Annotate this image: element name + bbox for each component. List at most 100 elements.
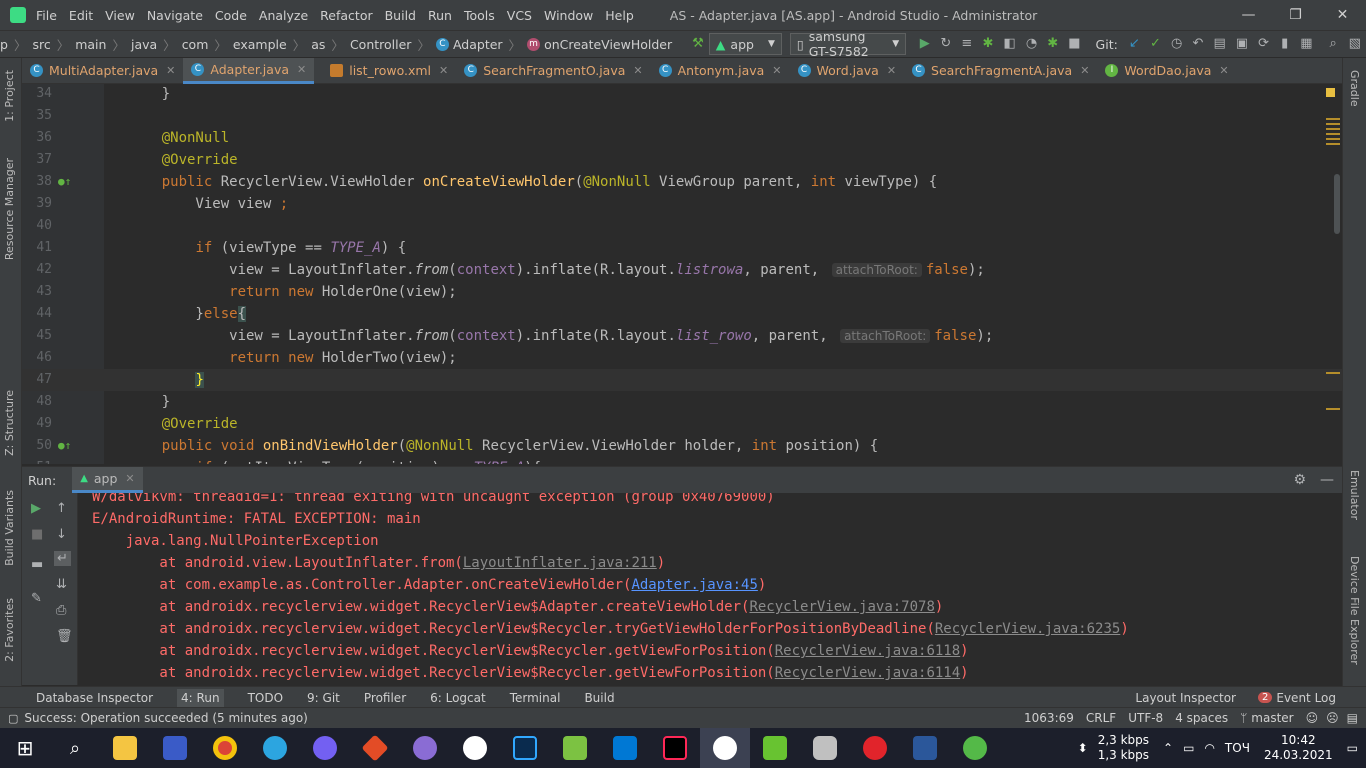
stop-icon[interactable]: ■ <box>31 527 43 542</box>
tab-multiadapter[interactable]: C MultiAdapter.java ✕ <box>22 58 183 84</box>
chevron-up-icon[interactable]: ⌃ <box>1163 741 1173 755</box>
menu-window[interactable]: Window <box>544 8 593 23</box>
breadcrumb-method[interactable]: m onCreateViewHolder <box>527 37 672 52</box>
profile-icon[interactable]: ◔ <box>1026 36 1037 52</box>
tab-profiler[interactable]: Profiler <box>364 691 406 705</box>
soft-wrap-icon[interactable]: ↵ <box>54 551 71 566</box>
close-tab-icon[interactable]: ✕ <box>297 63 306 76</box>
menu-navigate[interactable]: Navigate <box>147 8 203 23</box>
layout-icon[interactable]: ▬ <box>31 557 43 572</box>
git-commit-icon[interactable]: ✓ <box>1150 36 1161 52</box>
indent-setting[interactable]: 4 spaces <box>1175 711 1228 725</box>
breadcrumb-as[interactable]: as <box>311 37 325 52</box>
intellij-icon[interactable] <box>650 728 700 768</box>
breadcrumb-example[interactable]: example <box>233 37 287 52</box>
close-tab-icon[interactable]: ✕ <box>1080 64 1089 77</box>
tab-searchfragmento[interactable]: C SearchFragmentO.java ✕ <box>456 58 650 84</box>
line-separator[interactable]: CRLF <box>1086 711 1116 725</box>
file-encoding[interactable]: UTF-8 <box>1128 711 1163 725</box>
wifi-icon[interactable]: ◠ <box>1204 741 1214 755</box>
sdk-manager-icon[interactable]: ▣ <box>1236 36 1248 52</box>
tab-database-inspector[interactable]: Database Inspector <box>36 691 153 705</box>
apply-changes-icon[interactable]: ≡ <box>961 36 972 52</box>
breadcrumb-class[interactable]: C Adapter <box>435 37 503 52</box>
device-file-explorer-tool-tab[interactable]: Device File Explorer <box>1348 556 1361 665</box>
menu-code[interactable]: Code <box>215 8 247 23</box>
tab-antonym[interactable]: C Antonym.java ✕ <box>651 58 790 84</box>
rerun-icon[interactable]: ↻ <box>940 36 951 52</box>
vscode-icon[interactable] <box>600 728 650 768</box>
trash-icon[interactable]: 🗑 <box>56 629 73 644</box>
build-variants-tool-tab[interactable]: Build Variants <box>3 490 16 566</box>
notification-center-icon[interactable]: ▭ <box>1347 741 1358 755</box>
close-button[interactable]: ✕ <box>1319 0 1366 30</box>
menu-run[interactable]: Run <box>428 8 452 23</box>
project-structure-icon[interactable]: ▤ <box>1213 36 1225 52</box>
file-explorer-icon[interactable] <box>100 728 150 768</box>
print-icon[interactable]: ⎙ <box>56 603 66 618</box>
stack-link[interactable]: RecyclerView.java:6118 <box>775 643 960 659</box>
menu-help[interactable]: Help <box>605 8 634 23</box>
bluestacks-icon[interactable] <box>750 728 800 768</box>
tab-todo[interactable]: TODO <box>248 691 283 705</box>
close-tab-icon[interactable]: ✕ <box>633 64 642 77</box>
menu-view[interactable]: View <box>105 8 135 23</box>
run-config-select[interactable]: ▲ app ▼ <box>708 33 782 55</box>
tab-terminal[interactable]: Terminal <box>510 691 561 705</box>
chrome-icon[interactable] <box>200 728 250 768</box>
breadcrumb-com[interactable]: com <box>182 37 209 52</box>
search-icon[interactable]: ⌕ <box>50 728 100 768</box>
tab-list-rowo-xml[interactable]: list_rowo.xml ✕ <box>314 58 456 84</box>
breadcrumb-controller[interactable]: Controller <box>350 37 412 52</box>
close-tab-icon[interactable]: ✕ <box>887 64 896 77</box>
rerun-icon[interactable]: ▶ <box>31 501 41 516</box>
override-gutter-icon[interactable]: ●↑ <box>58 435 71 457</box>
hide-panel-icon[interactable]: — <box>1320 472 1334 488</box>
tab-worddao[interactable]: I WordDao.java ✕ <box>1097 58 1236 84</box>
status-message[interactable]: Success: Operation succeeded (5 minutes … <box>24 711 307 725</box>
editor-scrollbar[interactable] <box>1326 84 1340 464</box>
stack-link-adapter[interactable]: Adapter.java:45 <box>631 577 757 593</box>
menu-edit[interactable]: Edit <box>69 8 93 23</box>
git-history-icon[interactable]: ◷ <box>1171 36 1182 52</box>
attach-icon[interactable]: ◧ <box>1004 36 1016 52</box>
hammer-icon[interactable]: ⚒ <box>692 36 704 52</box>
clock[interactable]: 10:42 24.03.2021 <box>1264 733 1333 763</box>
tab-build[interactable]: Build <box>584 691 614 705</box>
notifications-icon[interactable]: ▤ <box>1347 711 1358 725</box>
restore-button[interactable]: ❐ <box>1272 0 1319 30</box>
smile-icon[interactable]: ☺ <box>1306 711 1319 725</box>
git-tool-icon[interactable] <box>350 728 400 768</box>
slack-icon[interactable] <box>450 728 500 768</box>
breadcrumb-project[interactable]: p <box>0 37 8 52</box>
tab-logcat[interactable]: 6: Logcat <box>430 691 486 705</box>
pin-icon[interactable]: ✎ <box>31 591 42 606</box>
tab-run[interactable]: 4: Run <box>177 688 224 707</box>
photoshop-icon[interactable] <box>500 728 550 768</box>
cleaner-icon[interactable] <box>950 728 1000 768</box>
close-tab-icon[interactable]: ✕ <box>1219 64 1228 77</box>
favorites-tool-tab[interactable]: 2: Favorites <box>3 598 16 662</box>
language-indicator[interactable]: ТОЧ <box>1225 741 1250 755</box>
more-icon[interactable]: ▧ <box>1349 36 1361 52</box>
avd-manager-icon[interactable]: ▮ <box>1279 36 1290 52</box>
tab-event-log[interactable]: Event Log <box>1276 691 1336 705</box>
gradle-tool-tab[interactable]: Gradle <box>1348 70 1361 107</box>
run-app-tab[interactable]: ▲ app ✕ <box>72 467 143 493</box>
gear-icon[interactable]: ⚙ <box>1293 472 1306 488</box>
keyboard-icon[interactable]: ▭ <box>1183 741 1194 755</box>
project-tool-tab[interactable]: 1: Project <box>3 70 16 122</box>
git-rollback-icon[interactable]: ↶ <box>1192 36 1203 52</box>
code-editor[interactable]: 34 } 35 36 @NonNull 37 @Override 38 ●↑ pu… <box>22 84 1342 464</box>
git-branch[interactable]: master <box>1251 711 1293 725</box>
android-studio-taskbar-icon[interactable] <box>700 728 750 768</box>
github-icon[interactable] <box>400 728 450 768</box>
stack-link[interactable]: RecyclerView.java:6114 <box>775 665 960 681</box>
close-tab-icon[interactable]: ✕ <box>125 472 134 485</box>
scroll-down-icon[interactable]: ↓ <box>56 527 67 542</box>
menu-refactor[interactable]: Refactor <box>320 8 372 23</box>
caret-position[interactable]: 1063:69 <box>1024 711 1074 725</box>
telegram-icon[interactable] <box>250 728 300 768</box>
close-tab-icon[interactable]: ✕ <box>439 64 448 77</box>
save-app-icon[interactable] <box>150 728 200 768</box>
